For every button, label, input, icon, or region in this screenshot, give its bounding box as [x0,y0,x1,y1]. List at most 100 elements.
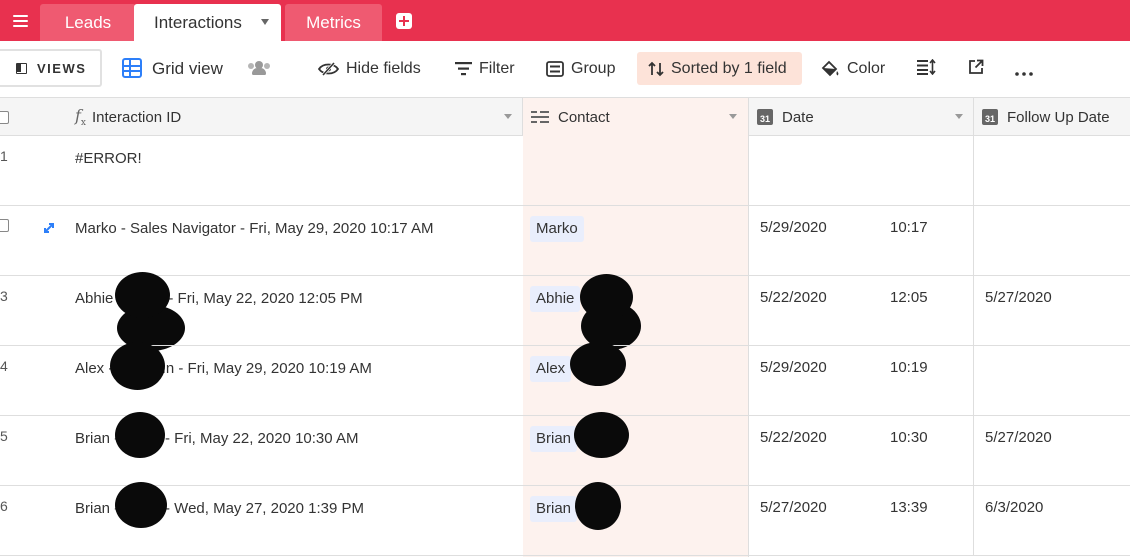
sort-button[interactable]: Sorted by 1 field [637,52,802,85]
follow-up-date-cell[interactable] [974,346,1130,416]
paint-bucket-icon [821,60,840,77]
group-label: Group [571,59,616,77]
calendar-icon: 31 [757,109,773,125]
column-title: Date [782,108,814,126]
table-tab-bar: Leads Interactions Metrics [0,0,1130,41]
expand-record-icon[interactable] [42,221,56,235]
date-cell[interactable]: 5/27/2020 13:39 [749,486,974,556]
table-row[interactable]: 6 Brian - Email - Wed, May 27, 2020 1:39… [0,482,1130,556]
time-value: 12:05 [890,289,928,306]
contact-cell[interactable] [523,136,749,206]
collaborative-view-icon[interactable] [248,61,270,75]
chevron-down-icon[interactable] [504,114,512,119]
table-row[interactable]: 1 #ERROR! [0,136,1130,206]
column-header-interaction-id[interactable]: fx Interaction ID [0,98,523,136]
date-value: 5/22/2020 [760,289,827,306]
column-title: Follow Up Date [1007,108,1110,126]
contact-chip[interactable]: Marko [530,216,584,242]
hide-fields-icon [318,61,339,76]
contact-cell[interactable]: Brian [523,416,749,486]
date-cell[interactable]: 5/29/2020 10:17 [749,206,974,276]
tab-interactions[interactable]: Interactions [134,4,281,41]
grid-view-icon [122,58,142,78]
table-row[interactable]: 4 Alex - LinkedIn - Fri, May 29, 2020 10… [0,342,1130,416]
view-name[interactable]: Grid view [152,59,223,79]
chevron-down-icon[interactable] [955,114,963,119]
row-number: 1 [0,148,8,164]
sort-label: Sorted by 1 field [671,59,787,77]
hamburger-icon [12,14,28,27]
records-grid: fx Interaction ID Contact 31 Date 31 Fol… [0,97,1130,557]
color-label: Color [847,59,886,77]
row-number: 5 [0,428,8,444]
time-value: 10:19 [890,359,928,376]
date-cell[interactable]: 5/22/2020 10:30 [749,416,974,486]
menu-button[interactable] [0,0,40,41]
follow-up-date-cell[interactable]: 5/27/2020 [974,276,1130,346]
date-cell[interactable] [749,136,974,206]
interaction-id-cell[interactable]: Marko - Sales Navigator - Fri, May 29, 2… [75,206,515,276]
share-view-icon[interactable] [968,59,984,80]
redaction-mark [115,482,167,528]
contact-cell[interactable]: Brian [523,486,749,556]
redaction-mark [110,342,165,390]
select-all-checkbox[interactable] [0,110,9,124]
redaction-mark [115,412,165,458]
contact-chip[interactable]: Brian [530,496,578,522]
add-table-icon[interactable] [396,13,412,29]
column-header-contact[interactable]: Contact [523,98,749,136]
row-number: 3 [0,288,8,304]
row-checkbox-cell [0,219,9,232]
chevron-down-icon[interactable] [261,19,269,25]
chevron-down-icon[interactable] [729,114,737,119]
date-cell[interactable]: 5/29/2020 10:19 [749,346,974,416]
tab-label: Interactions [154,12,242,32]
contact-chip[interactable]: Alex [530,356,572,382]
hide-fields-button[interactable]: Hide fields [318,52,421,85]
contact-cell[interactable]: Marko [523,206,749,276]
more-options-icon[interactable] [1015,63,1033,81]
follow-up-date-cell[interactable] [974,136,1130,206]
interaction-id-cell[interactable]: #ERROR! [75,136,515,206]
filter-icon [455,61,472,76]
color-button[interactable]: Color [821,52,885,85]
group-button[interactable]: Group [546,52,615,85]
column-header-follow-up-date[interactable]: 31 Follow Up Date [974,98,1130,136]
select-all-cell [0,98,14,136]
contact-cell[interactable]: Abhie [523,276,749,346]
tab-metrics[interactable]: Metrics [285,4,382,41]
date-value: 5/27/2020 [760,499,827,516]
date-cell[interactable]: 5/22/2020 12:05 [749,276,974,346]
contact-cell[interactable]: Alex [523,346,749,416]
filter-button[interactable]: Filter [455,52,515,85]
date-value: 5/22/2020 [760,429,827,446]
table-row[interactable]: 5 Brian - Email - Fri, May 22, 2020 10:3… [0,412,1130,486]
grid-header: fx Interaction ID Contact 31 Date 31 Fol… [0,97,1130,136]
views-button[interactable]: VIEWS [0,49,102,87]
formula-icon: fx [75,105,86,129]
redaction-mark [580,274,633,320]
row-height-icon[interactable] [917,58,936,80]
hide-fields-label: Hide fields [346,59,421,77]
follow-up-date-cell[interactable]: 5/27/2020 [974,416,1130,486]
tab-label: Leads [64,12,112,32]
sidebar-toggle-icon [16,62,27,74]
table-row[interactable]: 3 Abhie - Email - Fri, May 22, 2020 12:0… [0,272,1130,346]
follow-up-date-cell[interactable] [974,206,1130,276]
time-value: 10:30 [890,429,928,446]
sort-icon [648,61,664,77]
time-value: 13:39 [890,499,928,516]
views-label: VIEWS [37,60,87,76]
column-header-date[interactable]: 31 Date [749,98,974,136]
row-checkbox[interactable] [0,219,9,232]
date-value: 5/29/2020 [760,219,827,236]
column-title: Contact [558,108,610,126]
contact-chip[interactable]: Brian [530,426,578,452]
row-number: 6 [0,498,8,514]
tab-leads[interactable]: Leads [40,4,136,41]
redaction-mark [574,412,629,458]
calendar-icon: 31 [982,109,998,125]
table-row[interactable]: Marko - Sales Navigator - Fri, May 29, 2… [0,206,1130,351]
contact-chip[interactable]: Abhie [530,286,581,312]
follow-up-date-cell[interactable]: 6/3/2020 [974,486,1130,556]
